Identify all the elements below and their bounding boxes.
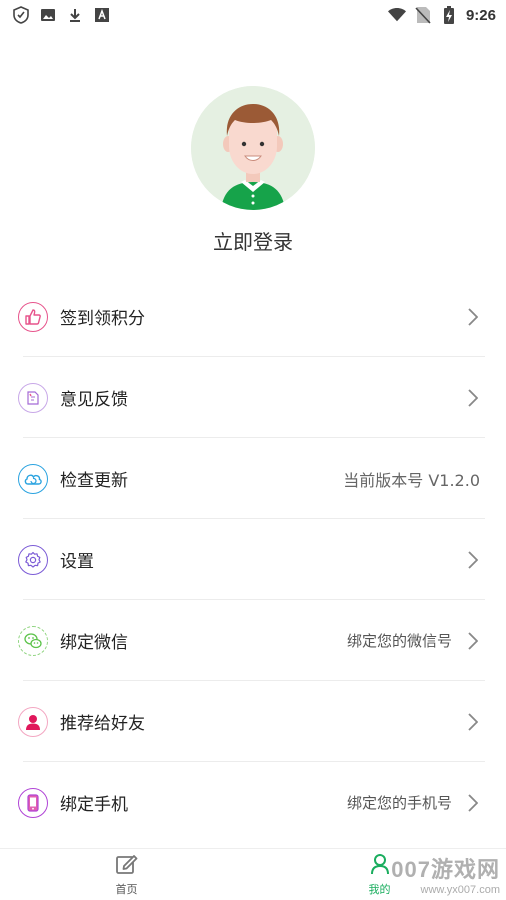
avatar[interactable] (191, 86, 315, 210)
login-link[interactable]: 立即登录 (213, 226, 293, 255)
battery-icon (440, 6, 458, 24)
avatar-illustration (191, 86, 315, 210)
status-bar: 9:26 (0, 0, 506, 30)
tab-home[interactable]: 首页 (0, 849, 253, 900)
shield-icon (12, 6, 30, 24)
menu-label: 绑定微信 (60, 633, 128, 653)
tab-mine[interactable]: 我的 (253, 849, 506, 900)
chevron-right-icon (466, 550, 480, 570)
status-left (12, 6, 111, 24)
tab-label: 我的 (368, 882, 391, 896)
chevron-right-icon (466, 307, 480, 327)
edit-icon (115, 853, 139, 879)
phone-hint: 绑定您的手机号 (346, 794, 452, 812)
gear-icon (18, 544, 48, 575)
thumbs-up-icon (18, 301, 48, 332)
feedback-icon (18, 382, 48, 413)
chevron-right-icon (466, 793, 480, 813)
menu-label: 推荐给好友 (60, 714, 145, 734)
menu-label: 检查更新 (60, 471, 128, 491)
phone-icon (18, 787, 48, 818)
menu-list: 签到领积分 意见反馈 检查更新 当前版本号 V1.2.0 设置 绑定微信 绑定您… (0, 276, 506, 843)
chevron-right-icon (466, 631, 480, 651)
version-text: 当前版本号 V1.2.0 (343, 470, 480, 490)
bottom-tab-bar: 首页 我的 (0, 848, 506, 900)
user-icon (369, 853, 391, 879)
menu-item-check-update[interactable]: 检查更新 当前版本号 V1.2.0 (0, 438, 506, 519)
wifi-icon (387, 6, 406, 24)
profile-section: 立即登录 (0, 86, 506, 255)
menu-label: 绑定手机 (60, 795, 128, 815)
wechat-hint: 绑定您的微信号 (346, 632, 452, 650)
menu-label: 设置 (60, 552, 94, 572)
chevron-right-icon (466, 712, 480, 732)
menu-item-recommend[interactable]: 推荐给好友 (0, 681, 506, 762)
menu-label: 签到领积分 (60, 309, 145, 329)
cloud-refresh-icon (18, 463, 48, 494)
menu-item-bind-phone[interactable]: 绑定手机 绑定您的手机号 (0, 762, 506, 843)
wechat-icon (18, 625, 48, 656)
menu-item-bind-wechat[interactable]: 绑定微信 绑定您的微信号 (0, 600, 506, 681)
tab-label: 首页 (115, 882, 138, 896)
person-icon (18, 706, 48, 737)
status-time: 9:26 (465, 6, 496, 24)
no-sim-icon (414, 6, 432, 24)
status-right: 9:26 (387, 6, 496, 24)
font-icon (93, 6, 111, 24)
menu-item-feedback[interactable]: 意见反馈 (0, 357, 506, 438)
image-icon (39, 6, 57, 24)
download-icon (66, 6, 84, 24)
menu-item-settings[interactable]: 设置 (0, 519, 506, 600)
menu-item-checkin[interactable]: 签到领积分 (0, 276, 506, 357)
menu-label: 意见反馈 (60, 390, 128, 410)
chevron-right-icon (466, 388, 480, 408)
